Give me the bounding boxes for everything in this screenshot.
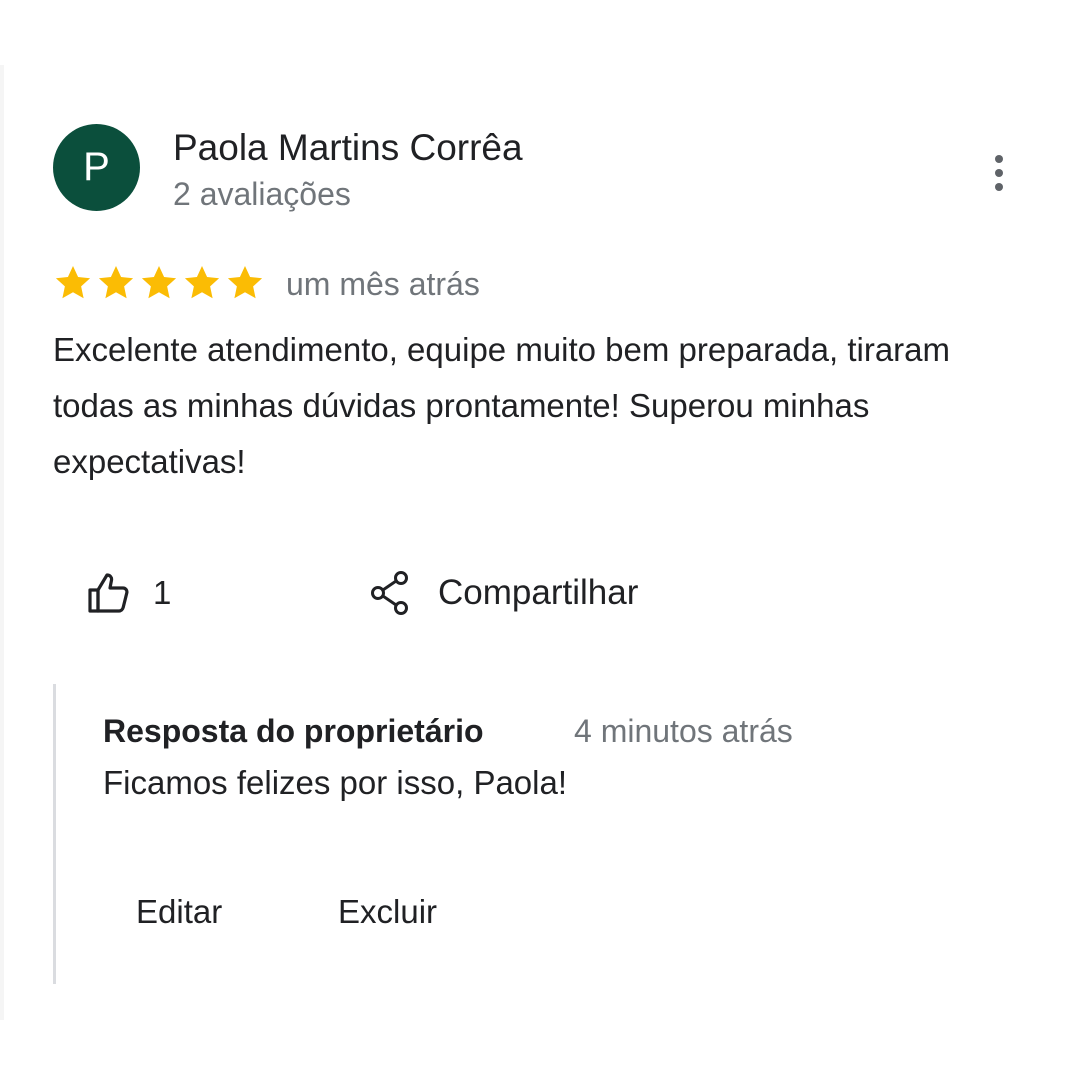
avatar[interactable]: P bbox=[53, 124, 140, 211]
edit-button[interactable]: Editar bbox=[136, 890, 222, 934]
share-icon bbox=[371, 571, 408, 615]
card-edge bbox=[0, 65, 4, 1020]
like-button[interactable]: 1 bbox=[86, 566, 171, 620]
more-vert-icon bbox=[995, 155, 1003, 191]
review-card: P Paola Martins Corrêa 2 avaliações um m… bbox=[0, 0, 1080, 1080]
share-button[interactable]: Compartilhar bbox=[368, 566, 638, 620]
owner-reply-text: Ficamos felizes por isso, Paola! bbox=[103, 764, 568, 801]
star-icon bbox=[55, 266, 91, 299]
like-count: 1 bbox=[153, 574, 172, 611]
more-options-button[interactable] bbox=[980, 148, 1018, 198]
star-icon bbox=[184, 266, 220, 299]
star-icon bbox=[141, 266, 177, 299]
review-date: um mês atrás bbox=[286, 266, 480, 302]
delete-button[interactable]: Excluir bbox=[338, 890, 437, 934]
owner-reply-title: Resposta do proprietário bbox=[103, 713, 484, 749]
review-text: Excelente atendimento, equipe muito bem … bbox=[53, 331, 951, 480]
share-label: Compartilhar bbox=[438, 573, 639, 612]
avatar-letter: P bbox=[83, 145, 110, 189]
thumb-up-icon bbox=[88, 573, 129, 613]
reviewer-name[interactable]: Paola Martins Corrêa bbox=[173, 126, 523, 170]
owner-reply-time: 4 minutos atrás bbox=[574, 713, 793, 749]
star-icon bbox=[227, 266, 263, 299]
star-icon bbox=[98, 266, 134, 299]
owner-reply: Resposta do proprietário 4 minutos atrás… bbox=[53, 684, 1036, 984]
star-rating bbox=[53, 262, 268, 304]
reviewer-review-count: 2 avaliações bbox=[173, 176, 351, 212]
